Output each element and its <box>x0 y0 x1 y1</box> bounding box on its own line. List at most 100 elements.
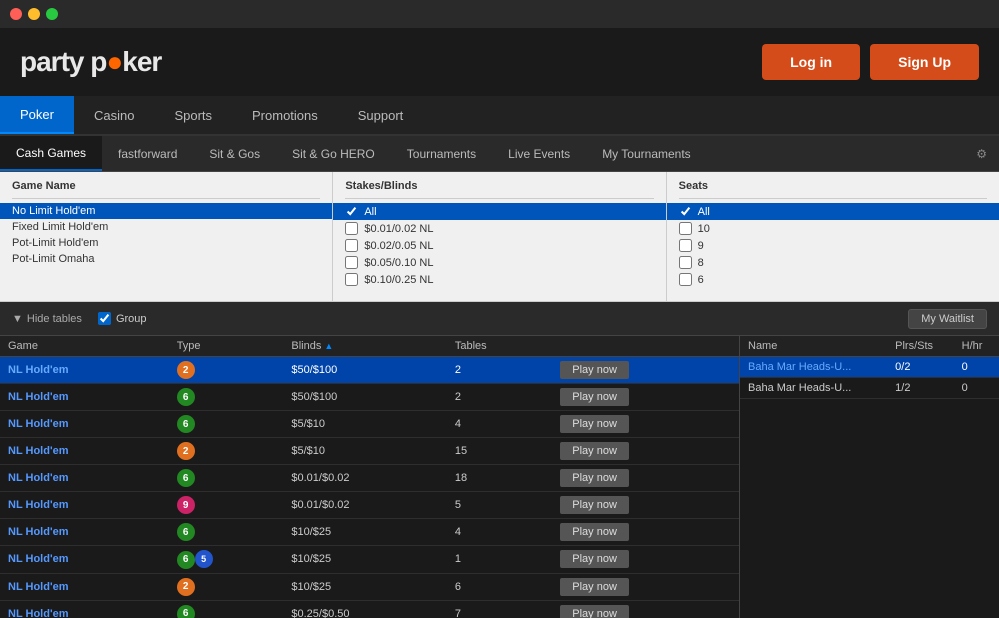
filter-game-name: Game Name No Limit Hold'em Fixed Limit H… <box>0 172 333 301</box>
table-row[interactable]: NL Hold'em65$10/$251Play now <box>0 546 739 574</box>
player-count-badge: 6 <box>177 388 195 406</box>
table-row[interactable]: NL Hold'em2$50/$1002Play now <box>0 357 739 384</box>
play-now-button[interactable]: Play now <box>560 469 629 487</box>
filter-seats-8[interactable]: 8 <box>679 254 987 271</box>
nav-item-promotions[interactable]: Promotions <box>232 96 338 134</box>
play-now-button[interactable]: Play now <box>560 605 629 618</box>
play-now-button[interactable]: Play now <box>560 578 629 596</box>
blinds-cell: $0.25/$0.50 <box>283 600 446 618</box>
filter-seats-10-checkbox[interactable] <box>679 222 692 235</box>
filter-stakes-all[interactable]: All <box>333 203 665 220</box>
filter-seats-10[interactable]: 10 <box>679 220 987 237</box>
table-row[interactable]: NL Hold'em6$5/$104Play now <box>0 411 739 438</box>
table-row[interactable]: NL Hold'em9$0.01/$0.025Play now <box>0 492 739 519</box>
play-now-button[interactable]: Play now <box>560 550 629 568</box>
filter-game-no-limit[interactable]: No Limit Hold'em <box>0 203 332 219</box>
close-button[interactable] <box>10 8 22 20</box>
filter-stakes-002-005-checkbox[interactable] <box>345 239 358 252</box>
filter-seats-9[interactable]: 9 <box>679 237 987 254</box>
blinds-cell: $50/$100 <box>283 384 446 411</box>
right-table-row[interactable]: Baha Mar Heads-U...1/20 <box>740 378 999 399</box>
filter-seats-6-checkbox[interactable] <box>679 273 692 286</box>
filter-stakes-002-005[interactable]: $0.02/0.05 NL <box>345 237 653 254</box>
filter-game-pot-limit-holdem[interactable]: Pot-Limit Hold'em <box>12 235 320 251</box>
play-now-button[interactable]: Play now <box>560 496 629 514</box>
tab-live-events[interactable]: Live Events <box>492 136 586 171</box>
my-waitlist-button[interactable]: My Waitlist <box>908 309 987 329</box>
play-now-button[interactable]: Play now <box>560 415 629 433</box>
logo-text: party p●ker <box>20 46 161 78</box>
filter-seats-9-checkbox[interactable] <box>679 239 692 252</box>
play-now-button[interactable]: Play now <box>560 388 629 406</box>
right-col-name: Name <box>740 336 887 357</box>
play-now-button[interactable]: Play now <box>560 442 629 460</box>
nav-item-sports[interactable]: Sports <box>154 96 232 134</box>
tab-my-tournaments[interactable]: My Tournaments <box>586 136 706 171</box>
col-tables: Tables <box>447 336 552 357</box>
badge-cell: 6 <box>169 411 284 438</box>
right-table-row[interactable]: Baha Mar Heads-U...0/20 <box>740 357 999 378</box>
play-now-button[interactable]: Play now <box>560 523 629 541</box>
game-name-label: NL Hold'em <box>8 418 68 430</box>
tables-cell: 2 <box>447 357 552 384</box>
nav-item-poker[interactable]: Poker <box>0 96 74 134</box>
filter-seats-6[interactable]: 6 <box>679 271 987 288</box>
tables-cell: 5 <box>447 492 552 519</box>
filter-seats-6-label: 6 <box>698 274 704 286</box>
tab-tournaments[interactable]: Tournaments <box>391 136 492 171</box>
settings-gear-icon[interactable]: ⚙ <box>964 136 999 171</box>
signup-button[interactable]: Sign Up <box>870 44 979 80</box>
filter-seats-all[interactable]: All <box>667 203 999 220</box>
tab-cash-games[interactable]: Cash Games <box>0 136 102 171</box>
maximize-button[interactable] <box>46 8 58 20</box>
group-checkbox[interactable] <box>98 312 111 325</box>
tables-cell: 6 <box>447 573 552 600</box>
filter-stakes-001-002-checkbox[interactable] <box>345 222 358 235</box>
table-row[interactable]: NL Hold'em6$10/$254Play now <box>0 519 739 546</box>
filter-stakes-all-checkbox[interactable] <box>345 205 358 218</box>
filter-game-pot-limit-omaha[interactable]: Pot-Limit Omaha <box>12 251 320 267</box>
game-name-label: NL Hold'em <box>8 391 68 403</box>
game-name-label: NL Hold'em <box>8 364 68 376</box>
filter-stakes-005-010-checkbox[interactable] <box>345 256 358 269</box>
plrs-sts-cell: 0/2 <box>887 357 953 378</box>
nav-item-support[interactable]: Support <box>338 96 424 134</box>
table-row[interactable]: NL Hold'em6$50/$1002Play now <box>0 384 739 411</box>
login-button[interactable]: Log in <box>762 44 860 80</box>
filter-game-pot-limit-holdem-label: Pot-Limit Hold'em <box>12 237 98 249</box>
tab-sit-gos[interactable]: Sit & Gos <box>193 136 276 171</box>
game-table-container[interactable]: Game Type Blinds ▲ Tables NL Hold'em2$50… <box>0 336 739 618</box>
blinds-cell: $0.01/$0.02 <box>283 465 446 492</box>
right-col-hhr: H/hr <box>954 336 999 357</box>
filter-stakes-001-002[interactable]: $0.01/0.02 NL <box>345 220 653 237</box>
game-cell: NL Hold'em <box>0 384 169 411</box>
filter-seats-8-checkbox[interactable] <box>679 256 692 269</box>
play-cell: Play now <box>552 384 739 411</box>
blinds-cell: $10/$25 <box>283 519 446 546</box>
nav-item-casino[interactable]: Casino <box>74 96 154 134</box>
tab-fastforward[interactable]: fastforward <box>102 136 193 171</box>
filter-game-pot-limit-omaha-label: Pot-Limit Omaha <box>12 253 95 265</box>
filter-stakes-010-025[interactable]: $0.10/0.25 NL <box>345 271 653 288</box>
table-row[interactable]: NL Hold'em2$10/$256Play now <box>0 573 739 600</box>
filter-stakes-005-010-label: $0.05/0.10 NL <box>364 257 433 269</box>
filter-stakes-010-025-checkbox[interactable] <box>345 273 358 286</box>
filter-game-fixed-limit[interactable]: Fixed Limit Hold'em <box>12 219 320 235</box>
right-panel: Name Plrs/Sts H/hr Baha Mar Heads-U...0/… <box>739 336 999 618</box>
table-row[interactable]: NL Hold'em2$5/$1015Play now <box>0 438 739 465</box>
minimize-button[interactable] <box>28 8 40 20</box>
tournament-name-cell: Baha Mar Heads-U... <box>740 378 887 399</box>
hide-tables-toggle[interactable]: ▼ Hide tables <box>12 313 82 325</box>
filter-stakes-005-010[interactable]: $0.05/0.10 NL <box>345 254 653 271</box>
tab-sit-go-hero[interactable]: Sit & Go HERO <box>276 136 391 171</box>
player-count-badge: 6 <box>177 551 195 569</box>
game-name-label: NL Hold'em <box>8 499 68 511</box>
play-now-button[interactable]: Play now <box>560 361 629 379</box>
filter-seats-all-checkbox[interactable] <box>679 205 692 218</box>
table-row[interactable]: NL Hold'em6$0.01/$0.0218Play now <box>0 465 739 492</box>
group-checkbox-container[interactable]: Group <box>98 312 147 325</box>
filter-seats-8-label: 8 <box>698 257 704 269</box>
col-blinds[interactable]: Blinds ▲ <box>283 336 446 357</box>
filter-stakes: Stakes/Blinds All $0.01/0.02 NL $0.02/0.… <box>333 172 666 301</box>
table-row[interactable]: NL Hold'em6$0.25/$0.507Play now <box>0 600 739 618</box>
